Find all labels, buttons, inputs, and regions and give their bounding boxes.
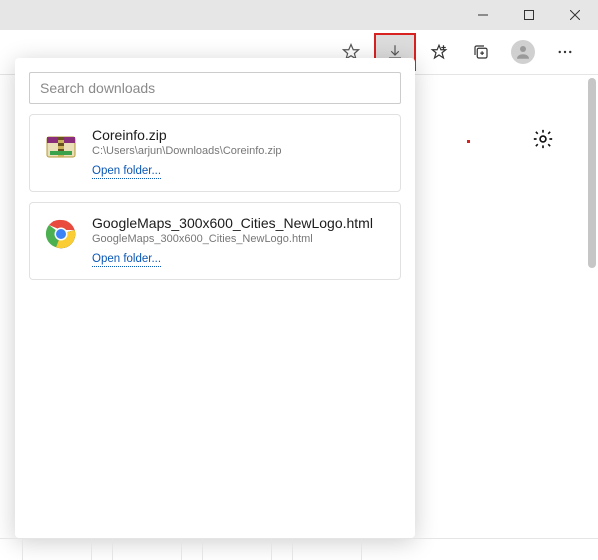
page-scrollbar[interactable]	[584, 76, 598, 528]
close-button[interactable]	[552, 0, 598, 30]
loading-dot-icon	[467, 140, 470, 143]
download-path: GoogleMaps_300x600_Cities_NewLogo.html	[92, 233, 386, 245]
open-folder-link[interactable]: Open folder...	[92, 165, 161, 179]
window-titlebar	[0, 0, 598, 30]
downloads-panel: Coreinfo.zip C:\Users\arjun\Downloads\Co…	[15, 58, 415, 538]
add-favorite-icon[interactable]	[420, 34, 458, 70]
download-item[interactable]: GoogleMaps_300x600_Cities_NewLogo.html G…	[29, 202, 401, 280]
settings-gear-icon[interactable]	[532, 128, 554, 155]
open-folder-link[interactable]: Open folder...	[92, 253, 161, 267]
download-body: GoogleMaps_300x600_Cities_NewLogo.html G…	[92, 215, 386, 267]
bottom-strip	[0, 538, 598, 560]
download-name: GoogleMaps_300x600_Cities_NewLogo.html	[92, 215, 386, 231]
chrome-icon	[44, 217, 78, 251]
download-item[interactable]: Coreinfo.zip C:\Users\arjun\Downloads\Co…	[29, 114, 401, 192]
scrollbar-thumb[interactable]	[588, 78, 596, 268]
maximize-button[interactable]	[506, 0, 552, 30]
page-background	[467, 128, 554, 155]
profile-avatar[interactable]	[504, 34, 542, 70]
download-path: C:\Users\arjun\Downloads\Coreinfo.zip	[92, 145, 386, 157]
download-body: Coreinfo.zip C:\Users\arjun\Downloads\Co…	[92, 127, 386, 179]
collections-icon[interactable]	[462, 34, 500, 70]
minimize-button[interactable]	[460, 0, 506, 30]
search-input[interactable]	[29, 72, 401, 104]
winrar-icon	[44, 129, 78, 163]
more-icon[interactable]	[546, 34, 584, 70]
download-name: Coreinfo.zip	[92, 127, 386, 143]
